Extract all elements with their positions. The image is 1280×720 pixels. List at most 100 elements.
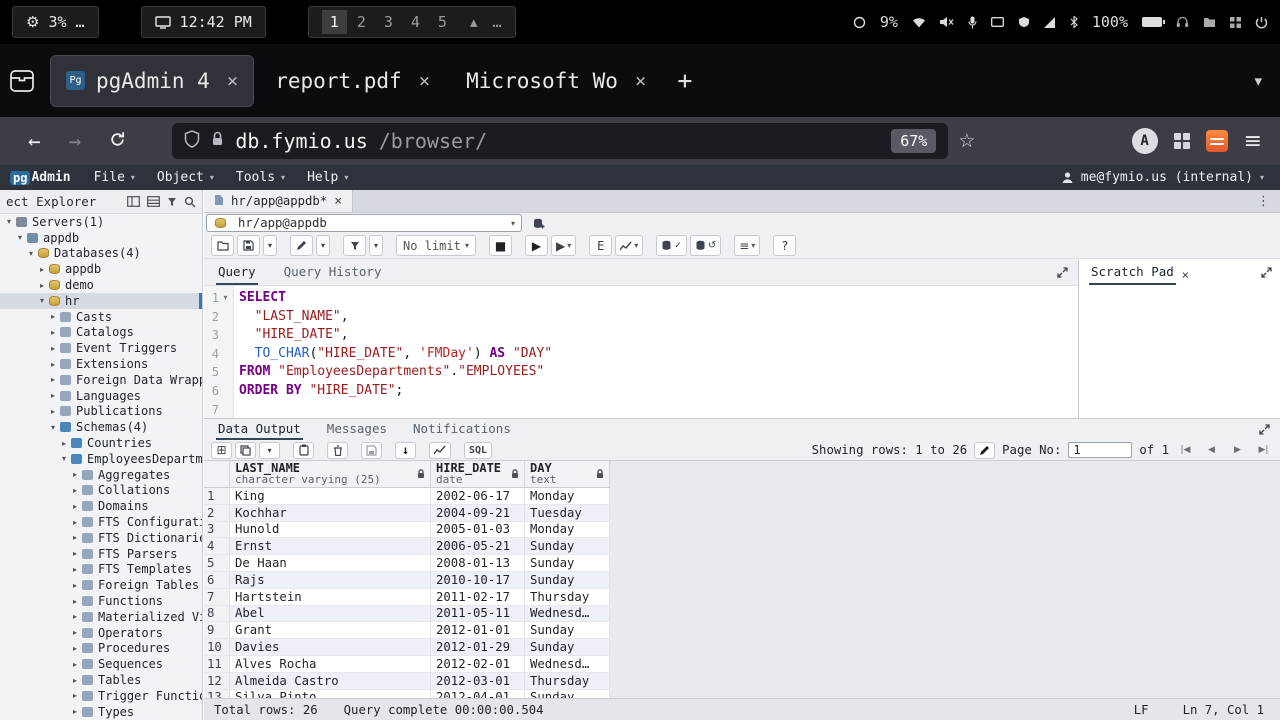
tree-item-catalogs[interactable]: ▸Catalogs (0, 325, 202, 341)
execute-button[interactable]: ▶ (525, 235, 548, 256)
cell[interactable]: Thursday (525, 673, 610, 690)
open-file-button[interactable] (211, 235, 234, 256)
next-page-button[interactable]: ▶ (1228, 442, 1247, 458)
tree-item-extensions[interactable]: ▸Extensions (0, 356, 202, 372)
expand-arrow-icon[interactable]: ▾ (15, 233, 25, 242)
cell[interactable]: 2012-01-29 (431, 639, 525, 656)
tree-item-publications[interactable]: ▸Publications (0, 404, 202, 420)
tree-item-fts-dictionaries[interactable]: ▸FTS Dictionaries (0, 530, 202, 546)
panel-rows-icon[interactable] (147, 196, 160, 207)
expand-arrow-icon[interactable]: ▸ (70, 549, 80, 558)
save-data-button[interactable] (361, 442, 382, 459)
zoom-badge[interactable]: 67% (891, 129, 936, 153)
cell[interactable]: Monday (525, 522, 610, 539)
tree-item-functions[interactable]: ▸Functions (0, 593, 202, 609)
row-number[interactable]: 1 (204, 488, 230, 505)
account-menu[interactable]: me@fymio.us (internal) ▾ (1061, 170, 1276, 185)
row-number[interactable]: 8 (204, 606, 230, 623)
rollback-button[interactable]: ↺ (690, 235, 721, 256)
menu-help[interactable]: Help▾ (296, 165, 359, 190)
tree-item-hr[interactable]: ▾hr (0, 293, 202, 309)
menu-file[interactable]: File▾ (83, 165, 146, 190)
code-line[interactable]: SELECT (239, 289, 1078, 308)
tab-messages[interactable]: Messages (325, 421, 389, 440)
tree-item-casts[interactable]: ▸Casts (0, 309, 202, 325)
execute-options-button[interactable]: ▶▾ (551, 235, 576, 256)
commit-button[interactable]: ✓ (656, 235, 687, 256)
tree-item-appdb[interactable]: ▾appdb (0, 230, 202, 246)
expand-arrow-icon[interactable]: ▾ (26, 249, 36, 258)
cell[interactable]: Abel (230, 606, 431, 623)
cell[interactable]: 2012-04-01 (431, 690, 525, 698)
browser-tab[interactable]: PgpgAdmin 4× (50, 55, 254, 107)
row-number[interactable]: 10 (204, 639, 230, 656)
row-number[interactable]: 2 (204, 505, 230, 522)
tree-item-operators[interactable]: ▸Operators (0, 625, 202, 641)
code-line[interactable]: ORDER BY "HIRE_DATE"; (239, 382, 1078, 401)
extensions-icon[interactable] (1174, 133, 1190, 149)
cell[interactable]: Rajs (230, 572, 431, 589)
expand-arrow-icon[interactable]: ▸ (70, 707, 80, 716)
save-file-button[interactable] (237, 235, 260, 256)
tree-item-schemas-4[interactable]: ▾Schemas(4) (0, 419, 202, 435)
workspace-4[interactable]: 4 (403, 10, 428, 34)
paste-button[interactable] (293, 442, 314, 459)
cell[interactable]: Wednesd… (525, 606, 610, 623)
tree-item-domains[interactable]: ▸Domains (0, 498, 202, 514)
graph-visualiser-button[interactable] (429, 442, 451, 459)
expand-icon[interactable] (1057, 267, 1068, 278)
copy-button[interactable] (235, 442, 256, 459)
cell[interactable]: Tuesday (525, 505, 610, 522)
stop-button[interactable]: ■ (489, 235, 512, 256)
browser-tab[interactable]: report.pdf× (260, 55, 445, 107)
tree-item-materialized-views[interactable]: ▸Materialized Views (0, 609, 202, 625)
row-number[interactable]: 11 (204, 656, 230, 673)
cell[interactable]: 2004-09-21 (431, 505, 525, 522)
expand-arrow-icon[interactable]: ▸ (59, 439, 69, 448)
row-number[interactable]: 3 (204, 522, 230, 539)
code-line[interactable]: "LAST_NAME", (239, 308, 1078, 327)
expand-arrow-icon[interactable]: ▸ (48, 391, 58, 400)
add-row-button[interactable]: ⊞ (211, 442, 232, 459)
expand-arrow-icon[interactable]: ▸ (70, 628, 80, 637)
tree-item-databases-4[interactable]: ▾Databases(4) (0, 246, 202, 262)
expand-arrow-icon[interactable]: ▸ (70, 486, 80, 495)
workspace-3[interactable]: 3 (376, 10, 401, 34)
workspace-1[interactable]: 1 (322, 10, 347, 34)
power-icon[interactable] (1255, 16, 1268, 29)
expand-arrow-icon[interactable]: ▸ (70, 660, 80, 669)
tab-close-icon[interactable]: × (635, 70, 646, 92)
expand-arrow-icon[interactable]: ▾ (59, 454, 69, 463)
browser-tab[interactable]: Microsoft Wo× (451, 55, 661, 107)
expand-arrow-icon[interactable]: ▸ (70, 518, 80, 527)
row-number[interactable]: 5 (204, 555, 230, 572)
tab-close-icon[interactable]: × (419, 70, 430, 92)
cell[interactable]: Sunday (525, 622, 610, 639)
expand-arrow-icon[interactable]: ▸ (48, 375, 58, 384)
page-number-input[interactable] (1068, 442, 1132, 458)
cell[interactable]: Silva Pinto (230, 690, 431, 698)
expand-arrow-icon[interactable]: ▸ (70, 581, 80, 590)
tree-item-trigger-functions[interactable]: ▸Trigger Functions (0, 688, 202, 704)
explain-analyze-button[interactable]: ▾ (615, 235, 643, 256)
scrollbar-thumb[interactable] (199, 293, 202, 309)
prev-page-button[interactable]: ◀ (1202, 442, 1221, 458)
code-line[interactable]: TO_CHAR("HIRE_DATE", 'FMDay') AS "DAY" (239, 345, 1078, 364)
expand-arrow-icon[interactable]: ▸ (37, 265, 47, 274)
cell[interactable]: Grant (230, 622, 431, 639)
edit-filter-button[interactable] (974, 442, 995, 459)
cell[interactable]: King (230, 488, 431, 505)
tree-item-types[interactable]: ▸Types (0, 704, 202, 720)
limit-select[interactable]: No limit ▾ (396, 235, 476, 256)
cell[interactable]: 2012-01-01 (431, 622, 525, 639)
expand-arrow-icon[interactable]: ▸ (70, 644, 80, 653)
cell[interactable]: De Haan (230, 555, 431, 572)
tree-item-countries[interactable]: ▸Countries (0, 435, 202, 451)
menu-tools[interactable]: Tools▾ (225, 165, 296, 190)
expand-arrow-icon[interactable]: ▸ (37, 281, 47, 290)
connection-select[interactable]: hr/app@appdb ▾ (206, 214, 522, 232)
sql-editor[interactable]: 1▾234567 SELECT "LAST_NAME", "HIRE_DATE"… (204, 285, 1078, 418)
eol-label[interactable]: LF (1134, 703, 1149, 717)
expand-arrow-icon[interactable]: ▾ (37, 296, 47, 305)
explain-button[interactable]: E (589, 235, 612, 256)
